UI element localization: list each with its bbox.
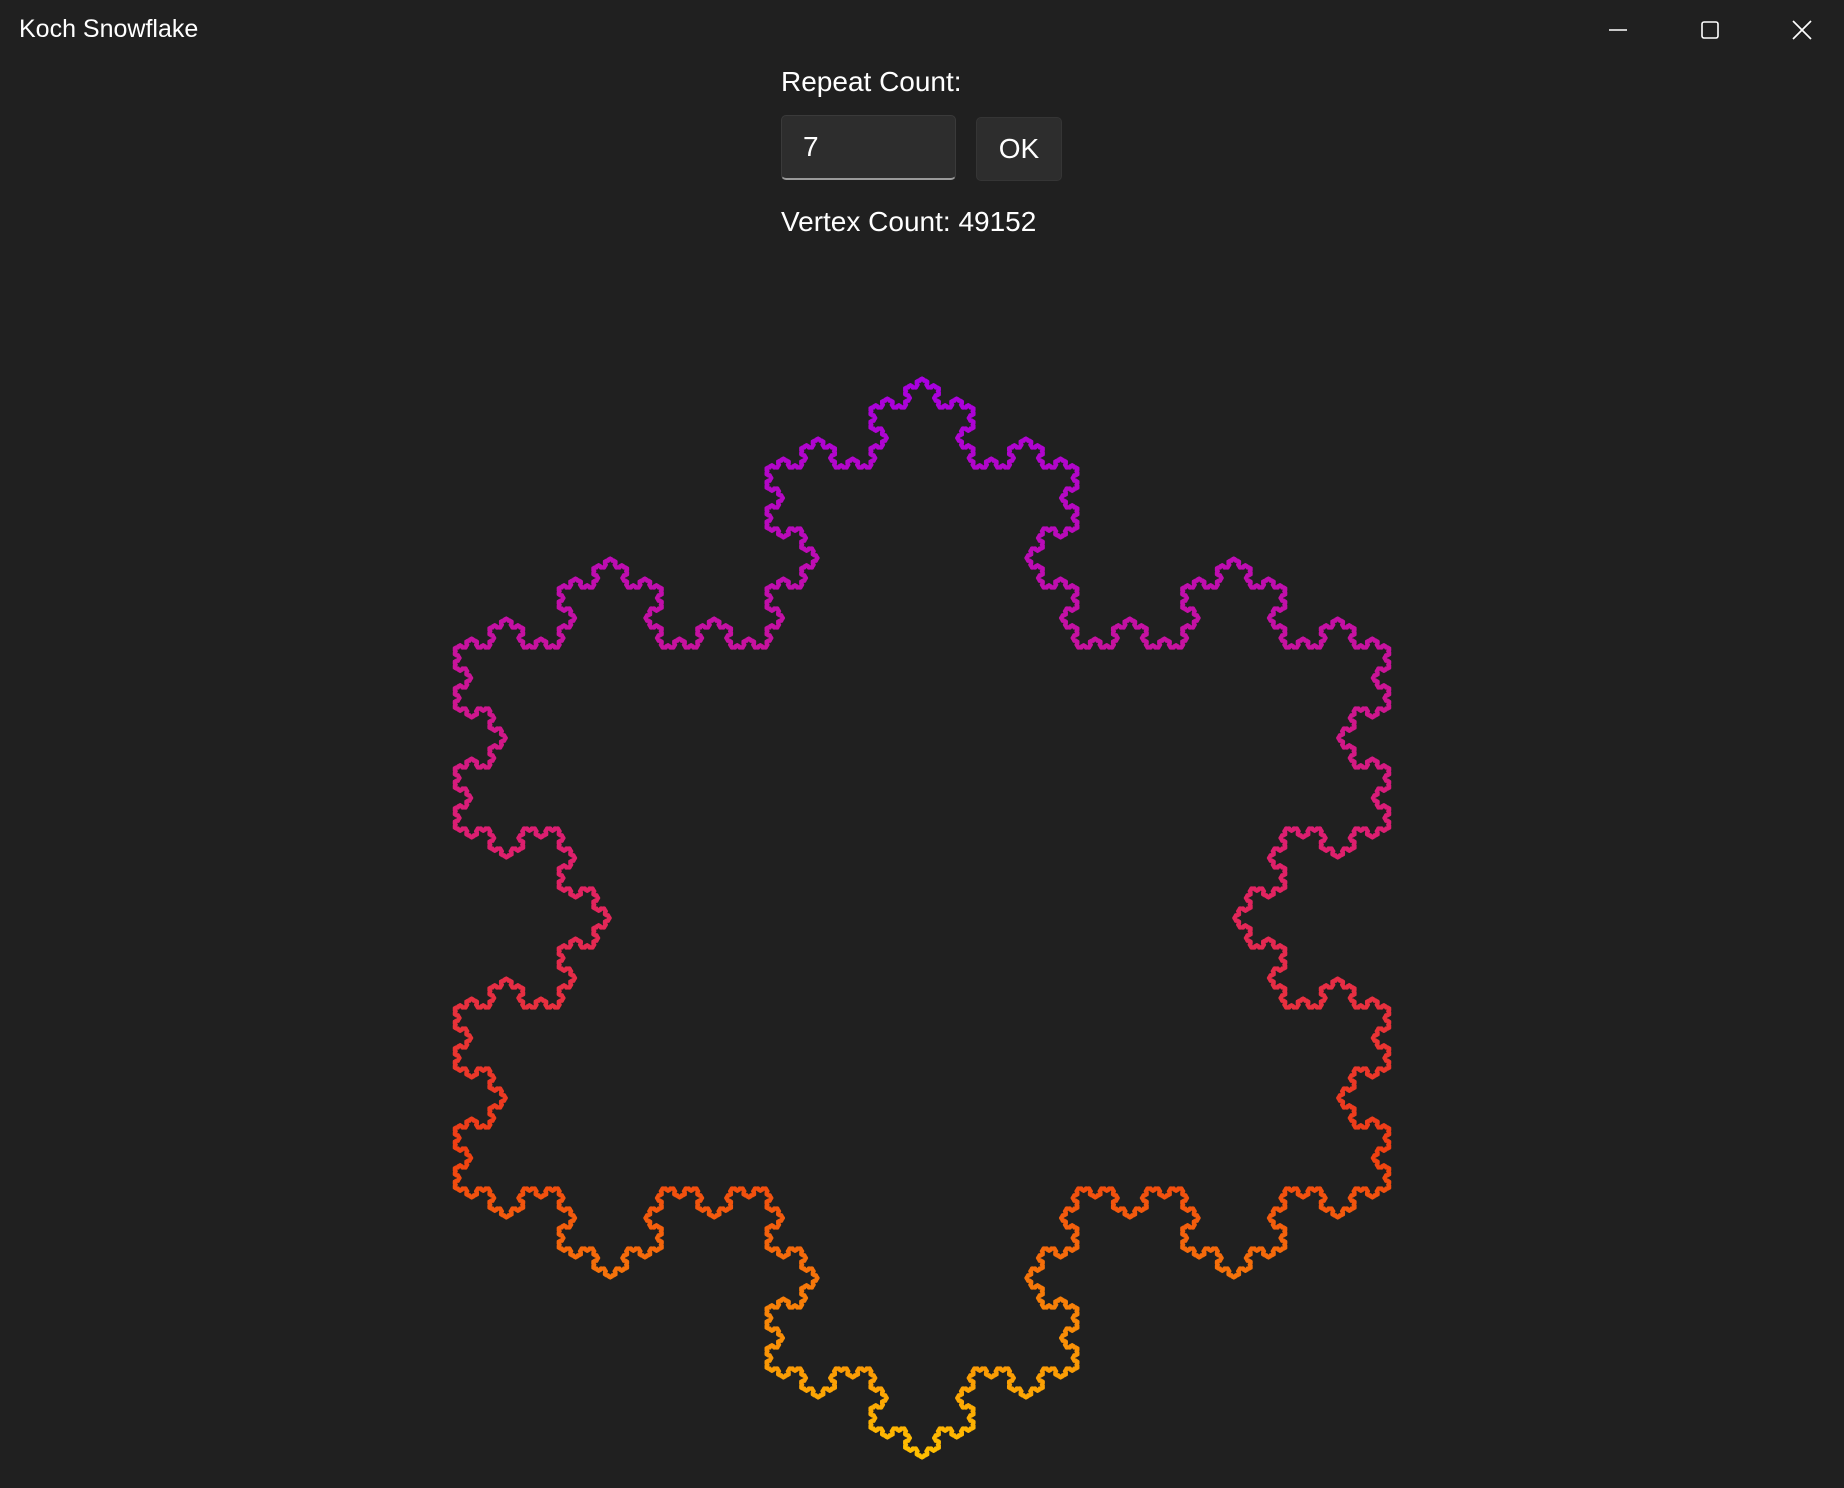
koch-snowflake-canvas [452,376,1392,1460]
koch-snowflake-curve [452,376,1392,1460]
